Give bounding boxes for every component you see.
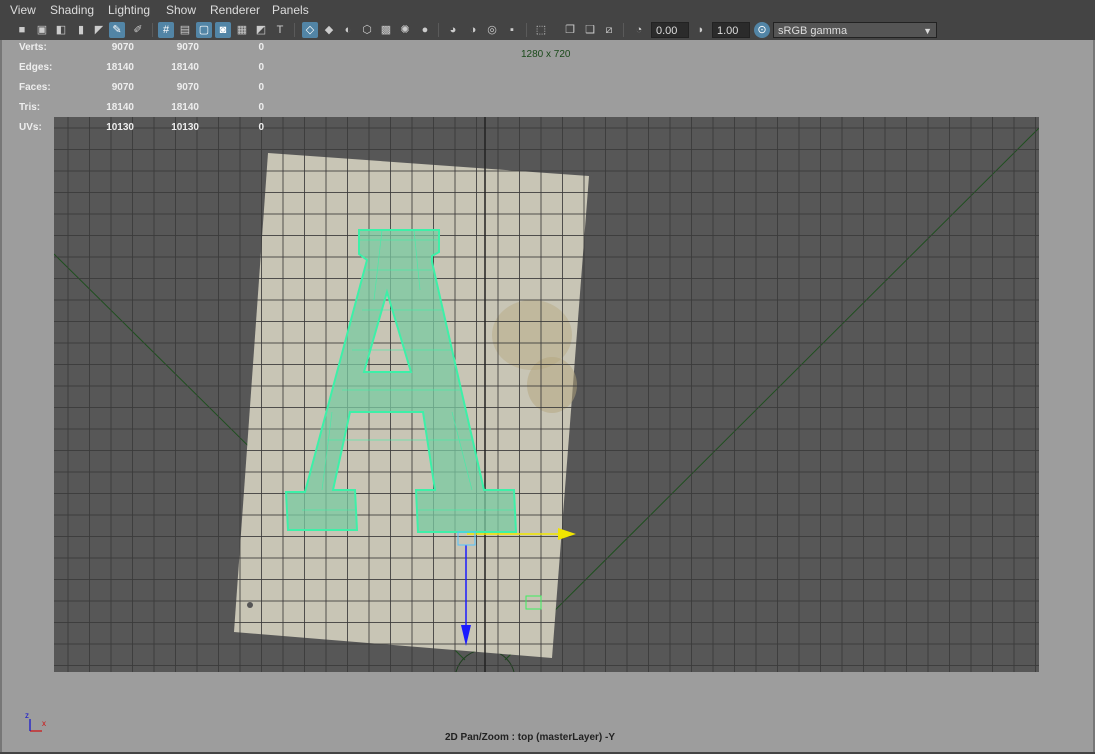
- hud-value: 0: [258, 122, 264, 133]
- depth-of-field-icon[interactable]: ▪: [504, 22, 520, 38]
- hud-value: 18140: [171, 62, 199, 73]
- 2d-pan-zoom-icon[interactable]: ◤: [91, 22, 107, 38]
- camera-attributes-icon[interactable]: ▣: [34, 22, 50, 38]
- toolbar-divider: [294, 23, 295, 37]
- camera-icon[interactable]: ■: [14, 22, 30, 38]
- toolbar-divider: [623, 23, 624, 37]
- hud-value: 10130: [171, 122, 199, 133]
- hud-label: Edges:: [19, 62, 53, 73]
- menu-show[interactable]: Show: [166, 3, 196, 17]
- hud-value: 0: [258, 62, 264, 73]
- menu-renderer[interactable]: Renderer: [210, 3, 260, 17]
- axis-label-x: x: [42, 719, 46, 728]
- hud-label: UVs:: [19, 122, 42, 133]
- grease-pencil-icon[interactable]: ✎: [109, 22, 125, 38]
- motion-blur-icon[interactable]: ◑: [465, 22, 481, 38]
- resolution-label: 1280 x 720: [521, 49, 571, 60]
- hud-row-verts: Verts: 9070 9070 0: [2, 42, 282, 62]
- hud-value: 0: [258, 42, 264, 53]
- panel-toolbar: ■ ▣ ◧ ▮ ◤ ✎ ✐ # ▤ ▢ ◙ ▦ ◩ T ◇ ◆ ◐ ⬡ ▩ ✺ …: [0, 20, 1095, 40]
- hud-value: 10130: [106, 122, 134, 133]
- exposure-icon[interactable]: ◔: [631, 22, 647, 38]
- isolate-select-icon[interactable]: ⬚: [533, 22, 549, 38]
- xray-joints-icon[interactable]: ⧄: [601, 22, 617, 38]
- resolution-gate-icon[interactable]: ▢: [196, 22, 212, 38]
- anti-aliasing-icon[interactable]: ◎: [484, 22, 500, 38]
- use-all-lights-icon[interactable]: ✺: [397, 22, 413, 38]
- panel-menu-bar: View Shading Lighting Show Renderer Pane…: [0, 0, 1095, 20]
- toolbar-divider: [438, 23, 439, 37]
- gate-mask-icon[interactable]: ◙: [215, 22, 231, 38]
- grid-icon[interactable]: #: [158, 22, 174, 38]
- bookmark-icon[interactable]: ◧: [53, 22, 69, 38]
- default-material-icon[interactable]: ◐: [340, 22, 356, 38]
- image-plane-icon[interactable]: ▮: [73, 22, 89, 38]
- hud-label: Tris:: [19, 102, 41, 113]
- smooth-shade-icon[interactable]: ◆: [321, 22, 337, 38]
- textured-icon[interactable]: ▩: [378, 22, 394, 38]
- colorspace-value: sRGB gamma: [778, 25, 848, 37]
- gamma-icon[interactable]: ◗: [693, 22, 709, 38]
- axis-label-z: z: [25, 711, 29, 720]
- hud-value: 9070: [176, 82, 199, 93]
- xray-active-components-icon[interactable]: ❑: [582, 22, 598, 38]
- hud-row-faces: Faces: 9070 9070 0: [2, 82, 282, 102]
- field-chart-icon[interactable]: ▦: [234, 22, 250, 38]
- hud-label: Verts:: [19, 42, 47, 53]
- grease-pencil-2-icon[interactable]: ✐: [130, 22, 146, 38]
- hud-row-tris: Tris: 18140 18140 0: [2, 102, 282, 122]
- hud-value: 18140: [106, 62, 134, 73]
- bounding-box-icon[interactable]: ⬡: [359, 22, 375, 38]
- colorspace-dropdown-arrow-icon: ▼: [923, 26, 932, 36]
- toolbar-divider: [526, 23, 527, 37]
- xray-icon[interactable]: ❐: [562, 22, 578, 38]
- hud-row-uvs: UVs: 10130 10130 0: [2, 122, 282, 142]
- safe-action-icon[interactable]: ◩: [253, 22, 269, 38]
- hud-row-edges: Edges: 18140 18140 0: [2, 62, 282, 82]
- toolbar-divider: [152, 23, 153, 37]
- wireframe-icon[interactable]: ◇: [302, 22, 318, 38]
- screen-space-ao-icon[interactable]: ◕: [445, 22, 461, 38]
- hud-label: Faces:: [19, 82, 51, 93]
- axis-indicator: x z: [25, 711, 46, 732]
- shadows-icon[interactable]: ●: [417, 22, 433, 38]
- exposure-field[interactable]: 0.00: [651, 22, 689, 38]
- safe-title-icon[interactable]: T: [272, 22, 288, 38]
- colorspace-dropdown[interactable]: sRGB gamma ▼: [773, 22, 937, 38]
- hud-value: 18140: [106, 102, 134, 113]
- hud-value: 9070: [111, 42, 134, 53]
- menu-shading[interactable]: Shading: [50, 3, 94, 17]
- hud-value: 9070: [176, 42, 199, 53]
- menu-view[interactable]: View: [10, 3, 36, 17]
- viewport-panel[interactable]: x z Verts: 9070 9070 0 Edges: 18140 1814…: [0, 40, 1095, 752]
- hud-value: 0: [258, 82, 264, 93]
- film-gate-icon[interactable]: ▤: [177, 22, 193, 38]
- viewport-canvas[interactable]: x z: [2, 40, 1093, 752]
- menu-panels[interactable]: Panels: [272, 3, 309, 17]
- color-management-icon[interactable]: ⊙: [754, 22, 770, 38]
- camera-label: 2D Pan/Zoom : top (masterLayer) -Y: [445, 732, 616, 743]
- menu-lighting[interactable]: Lighting: [108, 3, 150, 17]
- hud-value: 0: [258, 102, 264, 113]
- hud-value: 18140: [171, 102, 199, 113]
- gamma-field[interactable]: 1.00: [712, 22, 750, 38]
- hud-value: 9070: [111, 82, 134, 93]
